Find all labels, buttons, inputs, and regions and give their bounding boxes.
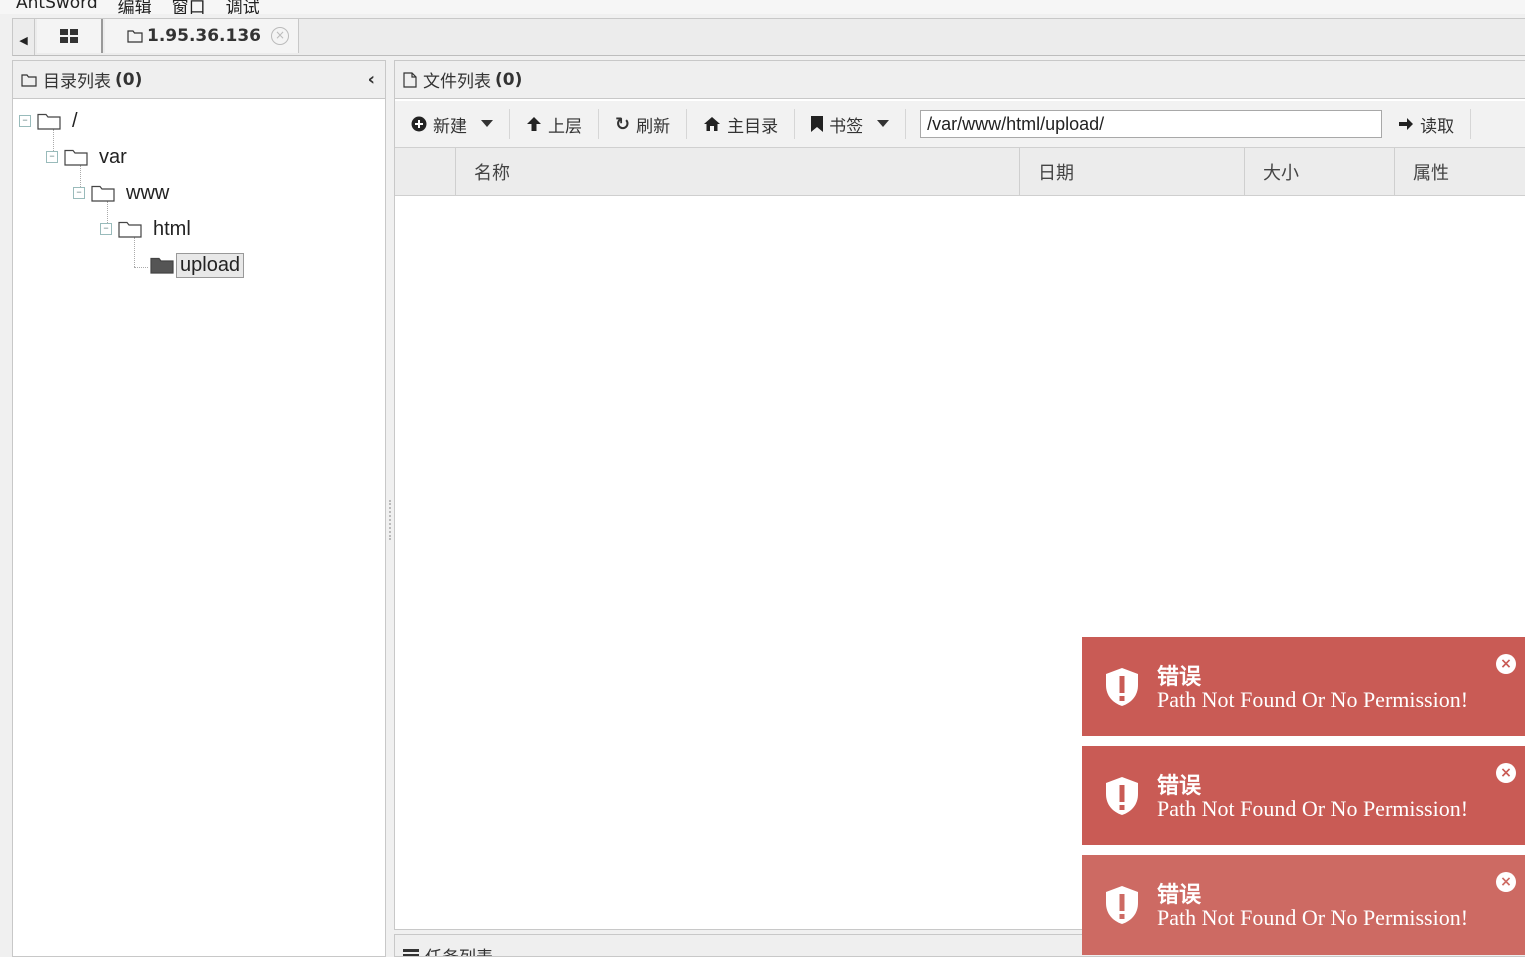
error-toast: 错误 Path Not Found Or No Permission! × [1082, 855, 1525, 955]
read-label: 读取 [1420, 112, 1454, 137]
folder-outline-icon [118, 221, 142, 238]
folder-outline-icon [37, 113, 61, 130]
refresh-icon: ↻ [615, 114, 630, 135]
path-input[interactable] [920, 110, 1382, 138]
tree-label: www [123, 182, 172, 205]
file-outline-icon [403, 72, 417, 88]
column-name[interactable]: 名称 [455, 148, 1019, 195]
menu-antsword[interactable]: AntSword [16, 0, 98, 14]
tree-label: / [69, 110, 81, 133]
menu-debug[interactable]: 调试 [226, 0, 260, 14]
home-dir-button[interactable]: 主目录 [687, 109, 794, 139]
tree-node-www[interactable]: − www [73, 179, 172, 207]
arrow-right-icon [1398, 116, 1414, 132]
home-label: 主目录 [727, 112, 778, 137]
tree-label: html [150, 218, 194, 241]
tree-label: var [96, 146, 130, 169]
shield-alert-icon [1104, 667, 1140, 707]
caret-down-icon [877, 120, 889, 128]
folder-outline-icon [64, 149, 88, 166]
error-toast: 错误 Path Not Found Or No Permission! × [1082, 746, 1525, 845]
refresh-label: 刷新 [636, 112, 670, 137]
toast-message: Path Not Found Or No Permission! [1157, 687, 1468, 713]
column-date[interactable]: 日期 [1019, 148, 1244, 195]
grid-icon [60, 29, 78, 43]
caret-down-icon [481, 120, 493, 128]
tab-bar: ◀ 1.95.36.136 × [12, 18, 1525, 56]
plus-circle-icon [411, 116, 427, 132]
tree-node-upload[interactable]: upload [150, 251, 244, 279]
toast-message: Path Not Found Or No Permission! [1157, 905, 1468, 931]
file-grid-header: 名称 日期 大小 属性 [395, 148, 1525, 196]
directory-panel: 目录列表 (0) ‹ − / − var − www − html [12, 60, 386, 957]
directory-panel-title: 目录列表 [43, 67, 111, 92]
toast-close-icon[interactable]: × [1496, 654, 1516, 674]
file-count: (0) [495, 70, 522, 90]
folder-outline-icon [91, 185, 115, 202]
tab-host-label: 1.95.36.136 [147, 26, 261, 46]
folder-outline-icon [127, 29, 143, 43]
bookmark-label: 书签 [829, 112, 863, 137]
tab-home-grid[interactable] [37, 19, 103, 53]
column-size[interactable]: 大小 [1244, 148, 1394, 195]
refresh-button[interactable]: ↻ 刷新 [599, 109, 686, 139]
panel-splitter[interactable] [386, 60, 394, 955]
folder-filled-icon [150, 257, 174, 274]
read-button[interactable]: 读取 [1390, 109, 1470, 139]
tree-node-root[interactable]: − / [19, 107, 81, 135]
arrow-up-icon [526, 116, 542, 132]
column-select[interactable] [395, 148, 455, 195]
bookmark-icon [811, 116, 823, 132]
collapse-left-icon[interactable]: ‹ [368, 69, 375, 90]
menu-bar: AntSword 编辑 窗口 调试 [0, 0, 1525, 14]
new-button[interactable]: 新建 [395, 109, 509, 139]
toast-close-icon[interactable]: × [1496, 763, 1516, 783]
menu-window[interactable]: 窗口 [172, 0, 206, 14]
collapse-toggle-icon[interactable]: − [100, 223, 112, 235]
tree-node-var[interactable]: − var [46, 143, 130, 171]
toast-close-icon[interactable]: × [1496, 872, 1516, 892]
folder-outline-icon [21, 73, 37, 87]
list-icon [403, 949, 419, 957]
home-icon [703, 116, 721, 132]
shield-alert-icon [1104, 776, 1140, 816]
directory-panel-header: 目录列表 (0) ‹ [13, 61, 385, 99]
up-label: 上层 [548, 112, 582, 137]
bookmark-button[interactable]: 书签 [795, 109, 905, 139]
error-toast: 错误 Path Not Found Or No Permission! × [1082, 637, 1525, 736]
tab-host[interactable]: 1.95.36.136 × [105, 19, 299, 53]
tab-scroll-left-icon[interactable]: ◀ [13, 19, 35, 55]
menu-edit[interactable]: 编辑 [118, 0, 152, 14]
tree-label-selected: upload [176, 253, 244, 278]
tab-close-icon[interactable]: × [271, 27, 289, 45]
tree-node-html[interactable]: − html [100, 215, 194, 243]
up-level-button[interactable]: 上层 [510, 109, 598, 139]
file-panel-title: 文件列表 [423, 67, 491, 92]
collapse-toggle-icon[interactable]: − [19, 115, 31, 127]
shield-alert-icon [1104, 885, 1140, 925]
collapse-toggle-icon[interactable]: − [73, 187, 85, 199]
file-panel-header: 文件列表 (0) [395, 61, 1525, 99]
file-toolbar: 新建 上层 ↻ 刷新 主目录 书签 读取 [395, 101, 1525, 148]
directory-count: (0) [115, 70, 142, 90]
collapse-toggle-icon[interactable]: − [46, 151, 58, 163]
new-label: 新建 [433, 112, 467, 137]
column-attributes[interactable]: 属性 [1394, 148, 1525, 195]
toast-message: Path Not Found Or No Permission! [1157, 796, 1468, 822]
